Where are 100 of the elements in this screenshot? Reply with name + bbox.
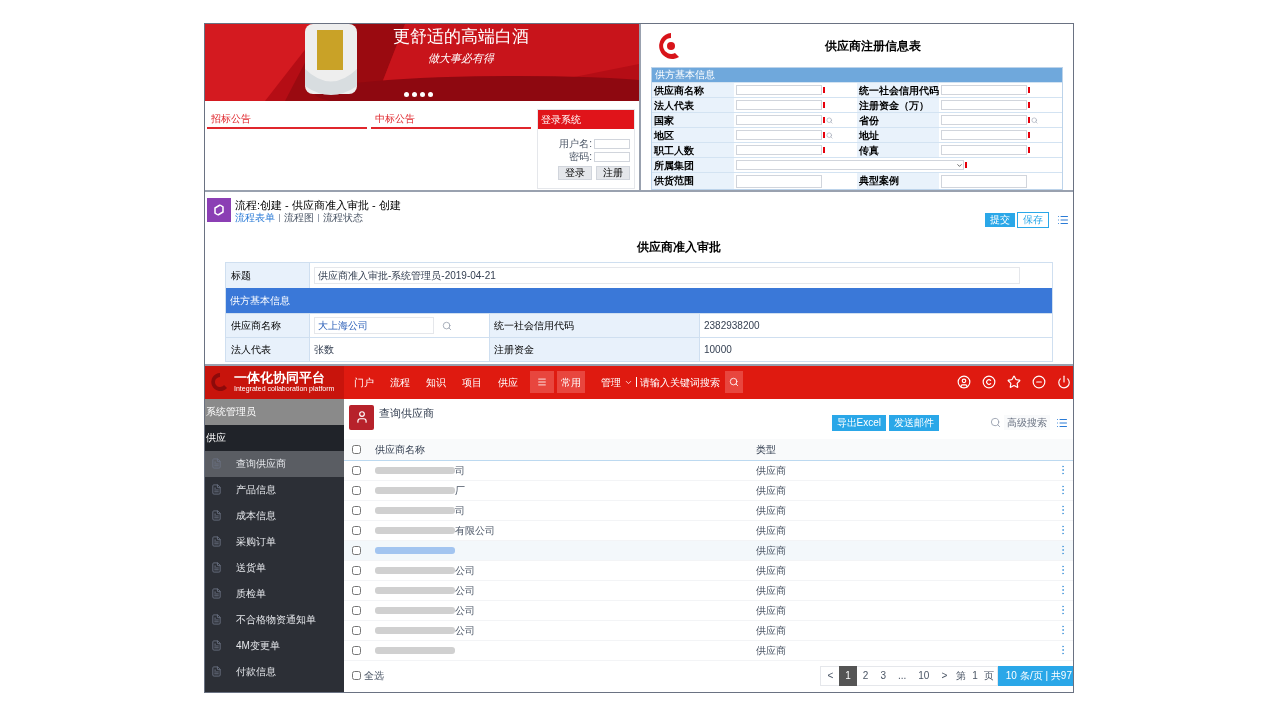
search-icon[interactable] — [826, 131, 833, 139]
text-area[interactable] — [941, 174, 1027, 188]
input-field[interactable] — [941, 100, 1027, 110]
search-icon[interactable] — [826, 116, 833, 124]
field-label: 用户名: — [559, 139, 592, 149]
supplier-name: 司 — [455, 463, 465, 478]
page-button[interactable]: > — [935, 665, 954, 686]
checkbox[interactable] — [352, 671, 361, 681]
document-icon — [211, 510, 222, 522]
form-label: 标题 — [226, 263, 310, 288]
form-label: 供货范围 — [652, 173, 734, 189]
search-icon[interactable] — [990, 417, 1001, 429]
page-button[interactable]: 1 — [839, 665, 857, 686]
caret-icon — [956, 161, 963, 169]
section-header: 供方基本信息 — [652, 68, 1062, 82]
input-field[interactable]: 大上海公司 — [314, 317, 434, 334]
login-button[interactable]: 注册 — [596, 166, 630, 180]
input-field[interactable] — [941, 115, 1027, 125]
search-icon[interactable] — [442, 320, 452, 331]
menu-icon — [537, 377, 547, 388]
checkbox[interactable] — [352, 545, 361, 555]
form-label: 职工人数 — [652, 143, 734, 157]
input-field[interactable] — [941, 145, 1027, 155]
checkbox[interactable] — [352, 525, 361, 535]
search-button[interactable] — [725, 371, 743, 394]
search-scope[interactable]: 管理 — [601, 374, 621, 390]
minus-circle-icon[interactable] — [1032, 375, 1046, 390]
platform-logo-text: 一体化协同平台 — [234, 371, 326, 386]
input-field[interactable] — [736, 145, 822, 155]
search-field[interactable]: 请输入关键词搜索 — [640, 374, 722, 390]
sidebar-user: 系统管理员 — [205, 398, 344, 425]
nav-item[interactable]: 流程 — [390, 374, 410, 390]
input-field[interactable] — [594, 139, 630, 149]
input-field[interactable] — [736, 100, 822, 110]
form-label: 省份 — [857, 113, 939, 127]
document-icon — [211, 458, 222, 470]
page-jump-text: 第 — [955, 669, 968, 684]
form-label: 注册资金（万） — [857, 98, 939, 112]
select-all-label: 全选 — [364, 669, 384, 684]
workflow-tab[interactable]: 流程图 — [284, 213, 314, 223]
table-row[interactable]: 供应商 — [344, 540, 1073, 561]
search-icon[interactable] — [1031, 116, 1038, 124]
list-icon[interactable] — [1057, 214, 1069, 226]
copyright-icon[interactable] — [982, 375, 996, 390]
form-label: 供应商名称 — [652, 83, 734, 97]
input-field[interactable] — [594, 152, 630, 162]
page-button[interactable]: < — [821, 665, 840, 686]
field-value: 张数 — [314, 343, 334, 357]
common-button[interactable]: 常用 — [557, 371, 585, 394]
form-label: 统一社会信用代码 — [490, 314, 700, 337]
sidebar-item[interactable]: 查询供应商 — [205, 450, 344, 477]
supplier-name: 厂 — [455, 483, 465, 498]
column-header: 供应商名称 — [375, 442, 426, 457]
power-icon[interactable] — [1057, 375, 1071, 390]
field-value: 2382938200 — [703, 319, 761, 333]
login-button[interactable]: 登录 — [558, 166, 592, 180]
checkbox[interactable] — [352, 465, 361, 475]
checkbox[interactable] — [352, 485, 361, 495]
table-cell-text: 供应商 — [756, 503, 786, 518]
table-cell-text: 供应商 — [756, 523, 786, 538]
workflow-tab[interactable]: 流程表单 — [235, 213, 275, 223]
search-icon — [729, 377, 739, 388]
input-field[interactable] — [941, 130, 1027, 140]
user-circle-icon[interactable] — [957, 375, 971, 390]
select-field[interactable] — [736, 160, 964, 170]
carousel-dots[interactable] — [404, 92, 433, 97]
input-field[interactable] — [736, 130, 822, 140]
workflow-tab[interactable]: 流程状态 — [323, 213, 363, 223]
advanced-search-button[interactable]: 高级搜索 — [1004, 415, 1050, 431]
checkbox[interactable] — [352, 605, 361, 615]
page-button[interactable]: 2 — [856, 665, 875, 686]
checkbox[interactable] — [352, 625, 361, 635]
page-button[interactable]: 10 — [912, 665, 936, 686]
list-icon[interactable] — [1056, 416, 1068, 429]
checkbox[interactable] — [352, 645, 361, 655]
page-jump-text: 页 — [982, 669, 995, 684]
form-label: 传真 — [857, 143, 939, 157]
nav-item[interactable]: 项目 — [462, 374, 482, 390]
menu-button[interactable] — [530, 371, 554, 394]
nav-item[interactable]: 供应 — [498, 374, 518, 390]
input-field[interactable] — [736, 85, 822, 95]
page-button[interactable]: ... — [891, 665, 913, 686]
page-button[interactable]: 3 — [874, 665, 892, 686]
form-label: 地区 — [652, 128, 734, 142]
nav-item[interactable]: 门户 — [354, 374, 374, 390]
star-icon[interactable] — [1007, 375, 1021, 390]
user-icon — [354, 410, 369, 425]
form-label: 法人代表 — [226, 338, 310, 361]
input-field[interactable]: 供应商准入审批-系统管理员-2019-04-21 — [314, 267, 1020, 284]
checkbox[interactable] — [352, 505, 361, 515]
checkbox[interactable] — [352, 585, 361, 595]
checkbox[interactable] — [352, 565, 361, 575]
nav-item[interactable]: 知识 — [426, 374, 446, 390]
notice-title: 中标公告 — [374, 112, 415, 126]
checkbox[interactable] — [352, 444, 361, 454]
input-field[interactable] — [736, 115, 822, 125]
text-area[interactable] — [736, 174, 822, 188]
document-icon — [211, 666, 222, 678]
input-field[interactable] — [941, 85, 1027, 95]
sidebar-module[interactable]: 供应 — [205, 424, 344, 451]
